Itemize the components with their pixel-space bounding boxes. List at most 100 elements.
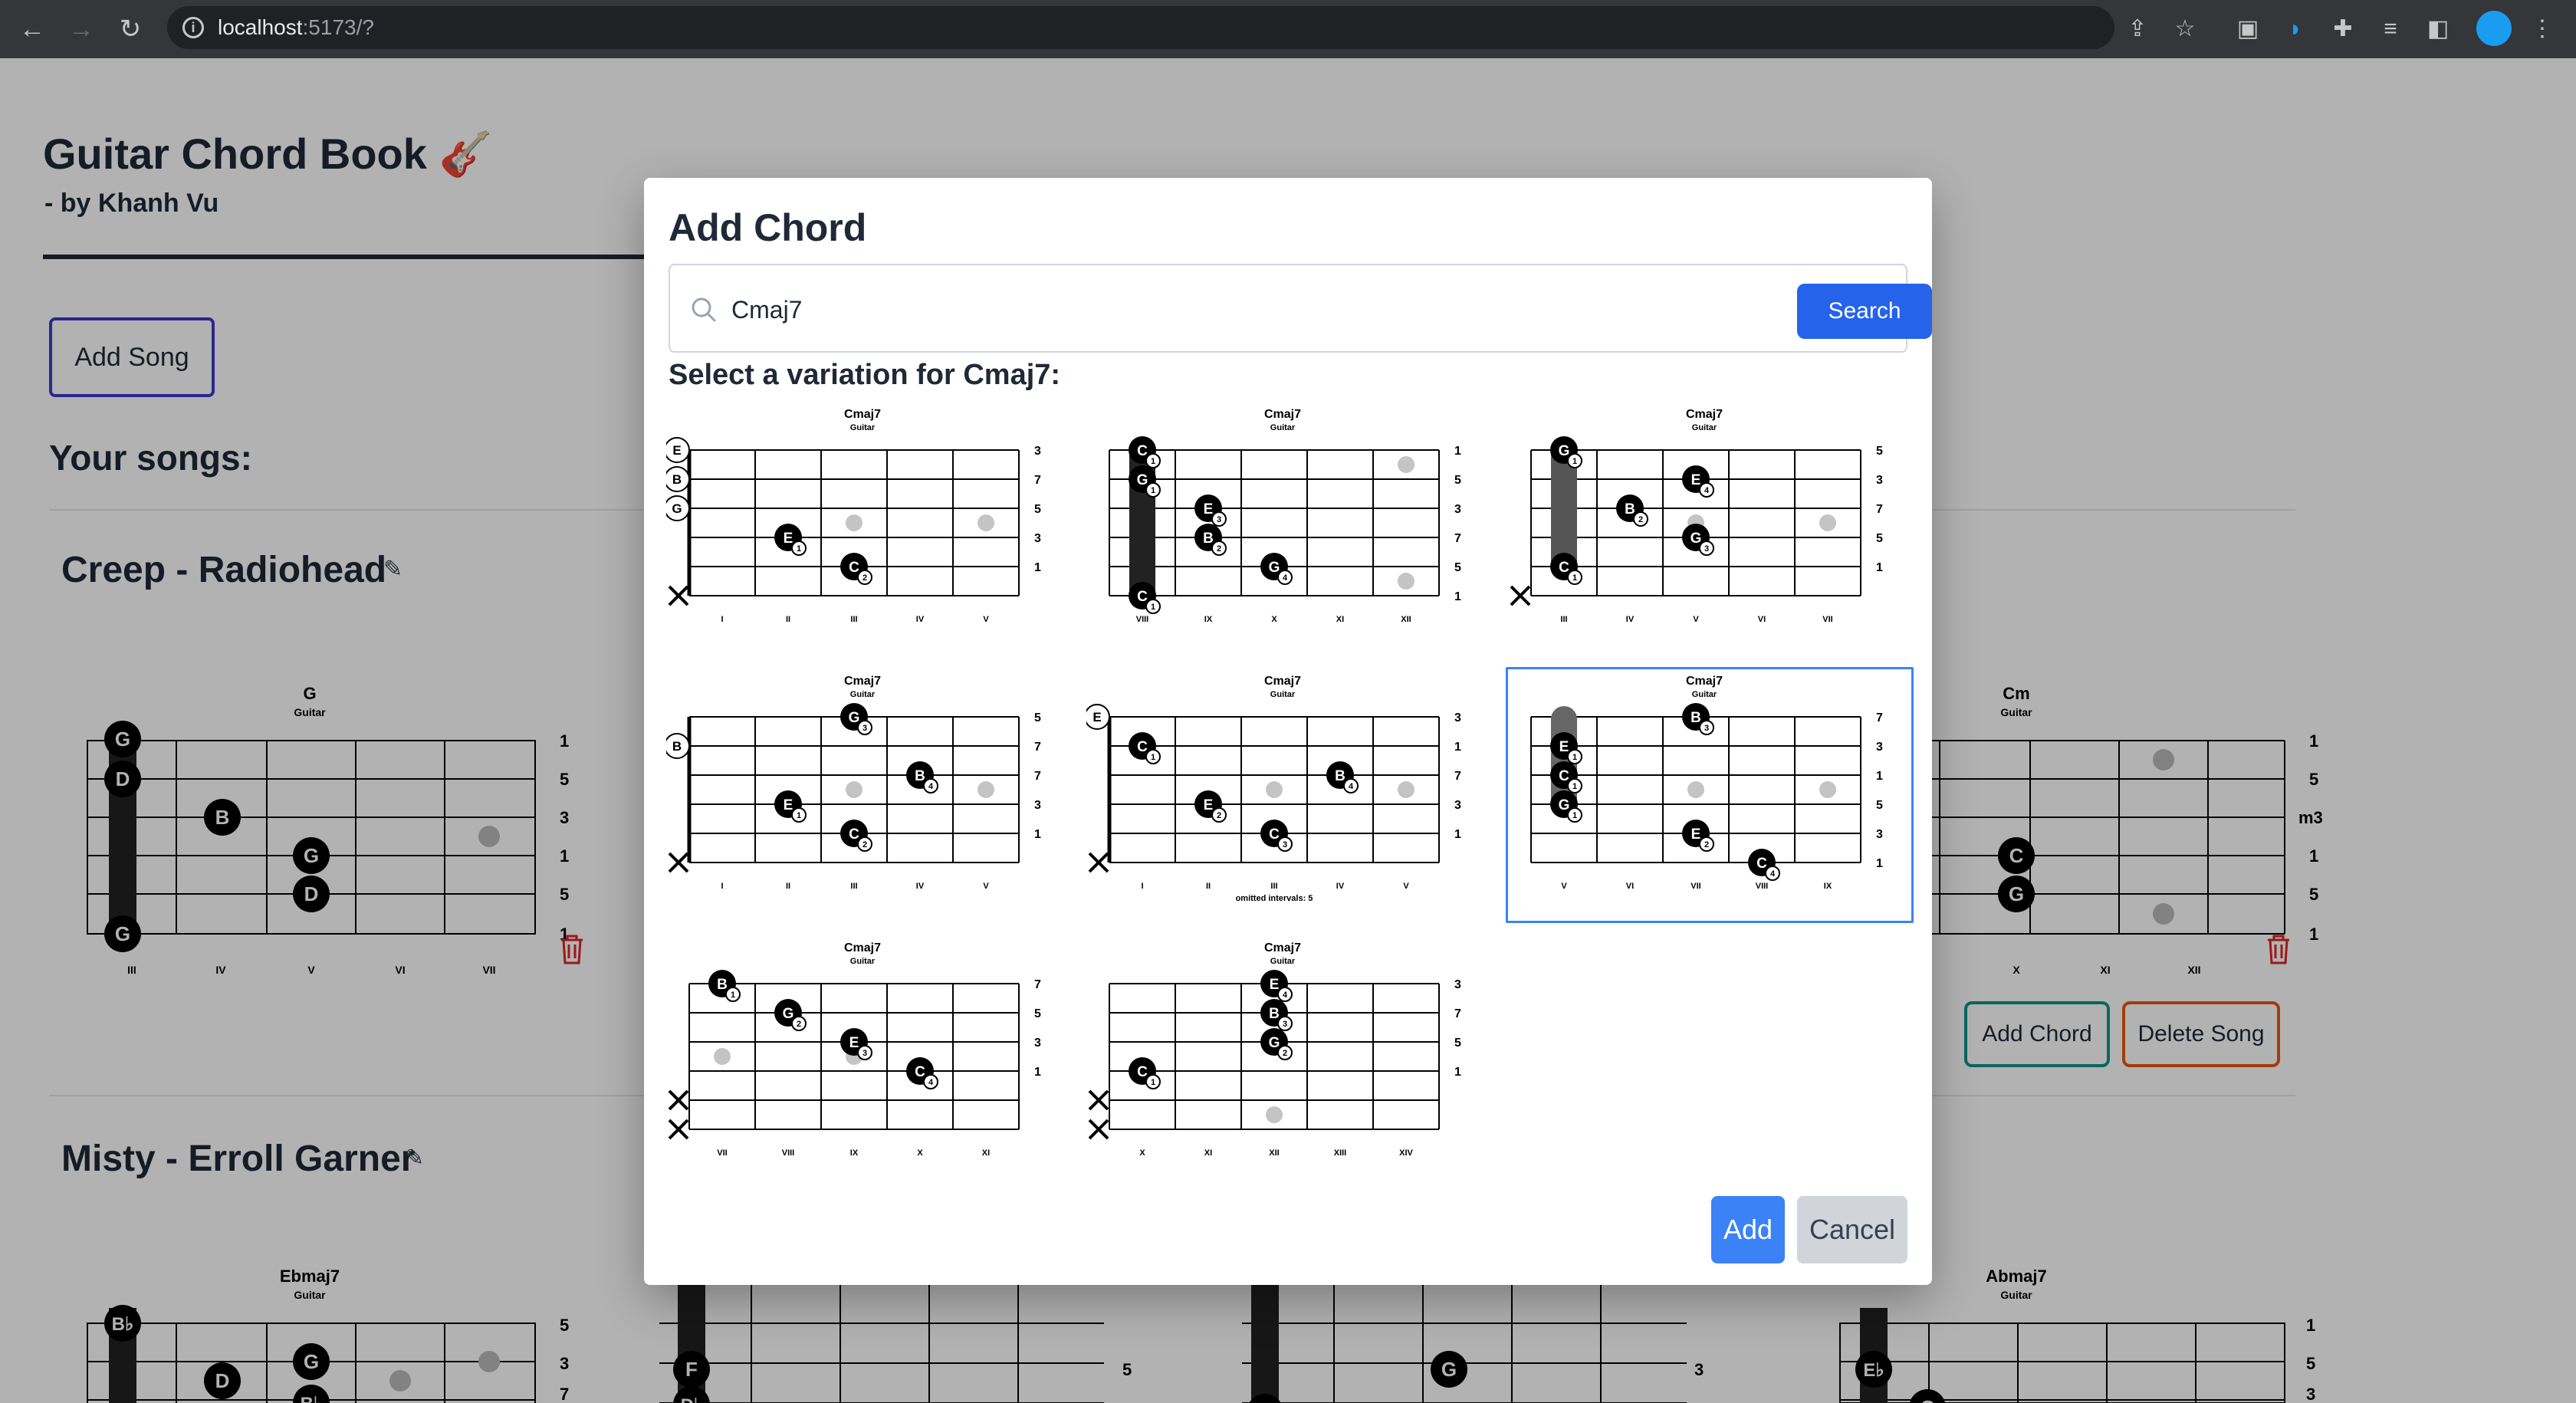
- chord-search-input[interactable]: [731, 287, 1728, 333]
- interval-label: 7: [1034, 741, 1041, 754]
- search-bar: Search: [669, 264, 1932, 353]
- svg-text:G: G: [783, 1006, 794, 1022]
- svg-text:2: 2: [1704, 840, 1709, 849]
- interval-label: 1: [1454, 828, 1461, 841]
- svg-text:C: C: [1559, 768, 1569, 784]
- chord-instrument: Guitar: [850, 690, 876, 699]
- svg-text:1: 1: [1151, 1078, 1155, 1087]
- svg-text:E: E: [784, 531, 794, 547]
- fret-label: V: [1403, 882, 1409, 891]
- fret-label: II: [1206, 882, 1211, 891]
- svg-text:C: C: [849, 826, 859, 843]
- search-icon: [688, 294, 719, 325]
- svg-text:B: B: [1203, 531, 1214, 547]
- interval-label: 5: [1454, 1037, 1461, 1050]
- chord-variation-option[interactable]: Cmaj7 Guitar B 1 G 2 E 3 C 4 7 5 3 1 VII VIII IX X XI: [664, 934, 1072, 1190]
- svg-text:1: 1: [1572, 753, 1577, 762]
- interval-label: 5: [1034, 503, 1041, 516]
- chord-variation-option[interactable]: Cmaj7 Guitar G 1 B 2 E 4 G 3 C 1 5 3 7 5 1 III IV V VI VII: [1506, 400, 1914, 656]
- interval-label: 5: [1876, 532, 1883, 545]
- interval-label: 1: [1034, 1066, 1041, 1079]
- bookmark-star-icon[interactable]: ☆: [2170, 14, 2200, 44]
- cancel-button[interactable]: Cancel: [1797, 1196, 1907, 1263]
- fret-label: IV: [916, 882, 925, 891]
- interval-label: 3: [1034, 445, 1041, 458]
- info-icon[interactable]: i: [182, 17, 204, 38]
- chord-name: Cmaj7: [1264, 941, 1301, 955]
- svg-text:2: 2: [863, 840, 867, 849]
- svg-text:1: 1: [797, 811, 801, 820]
- chord-variation-option[interactable]: Cmaj7 Guitar E C 1 B 4 E 2 C 3 3 1 7 3 1 I II III IV Vomitte…: [1084, 667, 1492, 923]
- interval-label: 3: [1876, 828, 1883, 841]
- address-bar[interactable]: i localhost:5173/?: [167, 6, 2114, 49]
- fret-label: V: [983, 615, 989, 624]
- fret-label: X: [1139, 1148, 1145, 1158]
- fret-label: VII: [717, 1148, 727, 1158]
- profile-avatar[interactable]: [2476, 11, 2512, 46]
- chord-name: Cmaj7: [844, 941, 881, 955]
- forward-icon[interactable]: →: [66, 14, 97, 44]
- svg-text:E: E: [849, 1035, 859, 1051]
- interval-label: 7: [1034, 770, 1041, 783]
- add-chord-modal: Add Chord Search Select a variation for …: [644, 178, 1932, 1285]
- svg-text:1: 1: [1151, 486, 1155, 495]
- variation-label: Select a variation for Cmaj7:: [669, 359, 1061, 391]
- svg-text:2: 2: [863, 573, 867, 583]
- kebab-menu-icon[interactable]: ⋮: [2527, 14, 2558, 44]
- extension-icon[interactable]: ▣: [2233, 14, 2263, 44]
- fret-label: XI: [1204, 1148, 1212, 1158]
- reload-icon[interactable]: ↻: [115, 14, 146, 44]
- share-icon[interactable]: ⇪: [2122, 14, 2153, 44]
- interval-label: 5: [1876, 799, 1883, 812]
- fret-label: X: [1271, 615, 1277, 624]
- svg-text:3: 3: [1283, 840, 1287, 849]
- svg-text:B: B: [1625, 501, 1635, 518]
- fret-label: IX: [1204, 615, 1213, 624]
- svg-text:3: 3: [1217, 515, 1221, 524]
- chord-diagram: Cmaj7GuitarG1B2E4G3C153751III IV V VI VII: [1510, 408, 1883, 624]
- svg-text:G: G: [672, 501, 682, 516]
- fret-label: V: [1561, 882, 1567, 891]
- fret-label: III: [1560, 615, 1567, 624]
- fret-label: I: [721, 882, 723, 891]
- svg-text:4: 4: [1770, 869, 1776, 879]
- fret-label: III: [850, 615, 857, 624]
- interval-label: 1: [1876, 561, 1883, 574]
- add-button[interactable]: Add: [1711, 1196, 1785, 1263]
- modal-title: Add Chord: [669, 206, 867, 249]
- svg-text:2: 2: [1283, 1049, 1287, 1058]
- puzzle-icon[interactable]: ✚: [2328, 14, 2358, 44]
- interval-label: 7: [1876, 503, 1883, 516]
- chord-variation-option[interactable]: Cmaj7 Guitar B 3 E 1 C 1 G 1 E 2 C 4 7 3 1 5 3 1 V VI VII VIII I…: [1506, 667, 1914, 923]
- svg-text:G: G: [1269, 560, 1280, 576]
- search-button[interactable]: Search: [1797, 284, 1932, 339]
- svg-text:3: 3: [1704, 544, 1709, 554]
- svg-text:3: 3: [863, 1049, 867, 1058]
- interval-label: 3: [1454, 711, 1461, 724]
- svg-text:4: 4: [1349, 782, 1354, 791]
- chord-variation-option[interactable]: Cmaj7 Guitar C 1 G 1 E 3 B 2 G 4 C 1 1 5 3 7 5 1 VIII IX X XI XI…: [1084, 400, 1492, 656]
- back-icon[interactable]: ←: [17, 14, 48, 44]
- svg-text:C: C: [1269, 826, 1280, 843]
- chord-instrument: Guitar: [1692, 423, 1717, 432]
- svg-text:C: C: [1137, 1064, 1148, 1080]
- fret-label: VII: [1822, 615, 1832, 624]
- chord-diagram: Cmaj7GuitarB1G2E3C47531VII VIII IX X XI: [668, 941, 1041, 1158]
- interval-label: 3: [1876, 741, 1883, 754]
- fret-label: VI: [1626, 882, 1634, 891]
- fret-label: II: [786, 615, 790, 624]
- interval-label: 1: [1454, 741, 1461, 754]
- fret-label: I: [1141, 882, 1143, 891]
- url-text: localhost:5173/?: [218, 15, 374, 40]
- media-queue-icon[interactable]: ≡: [2375, 14, 2406, 44]
- chord-variation-option[interactable]: Cmaj7 Guitar E B G E 1 C 2 3 7 5 3 1 I II III IV V: [664, 400, 1072, 656]
- chord-variation-option[interactable]: Cmaj7 Guitar B G 3 B 4 E 1 C 2 5 7 7 3 1 I II III IV V: [664, 667, 1072, 923]
- chord-variation-option[interactable]: Cmaj7 Guitar E 4 B 3 G 2 C 1 3 7 5 1 X XI XII XIII XIV: [1084, 934, 1492, 1190]
- sidebar-icon[interactable]: ◧: [2423, 14, 2453, 44]
- chord-diagram: Cmaj7GuitarC1G1E3B2G4C1153751VIII IX X XI XI…: [1109, 408, 1461, 624]
- svg-text:E: E: [1691, 472, 1701, 488]
- extension-audio-icon[interactable]: ◗: [2280, 14, 2311, 44]
- chord-instrument: Guitar: [850, 423, 876, 432]
- fret-label: XI: [982, 1148, 990, 1158]
- interval-label: 3: [1034, 532, 1041, 545]
